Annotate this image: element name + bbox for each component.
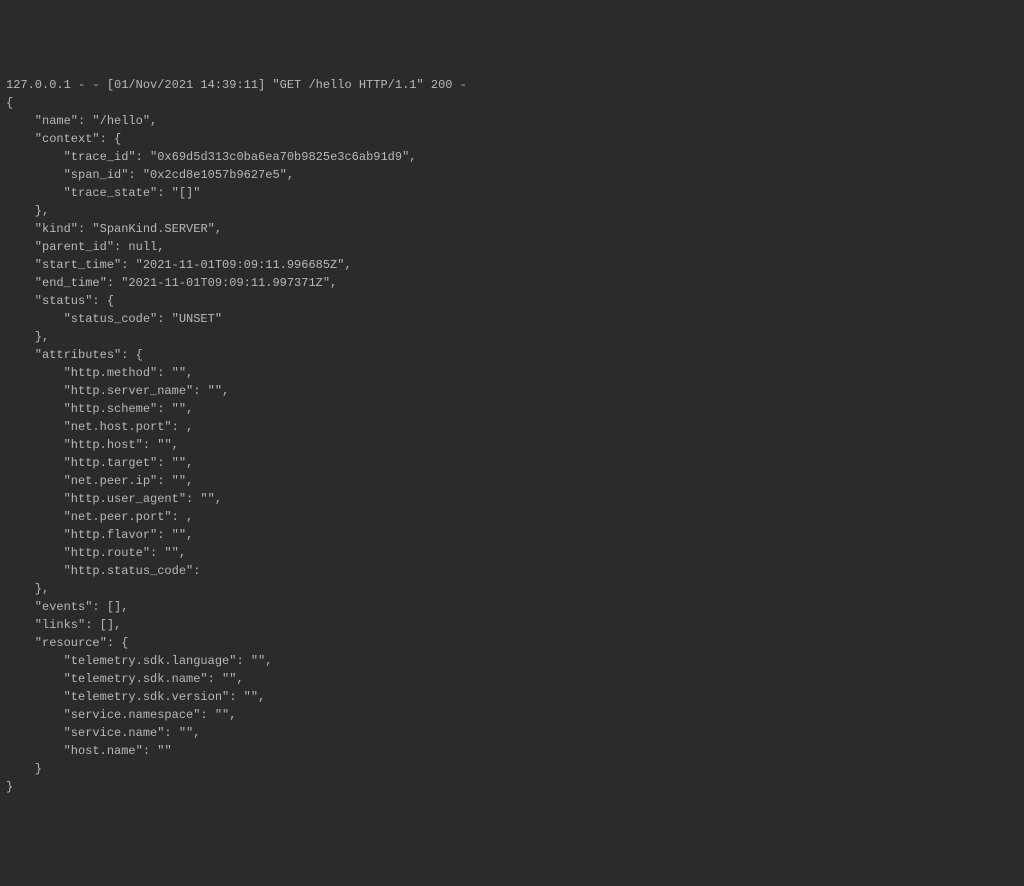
span-id: 0x2cd8e1057b9627e5 xyxy=(150,168,280,182)
trace-state: [] xyxy=(179,186,193,200)
status-code: UNSET xyxy=(179,312,215,326)
events: [] xyxy=(107,600,121,614)
span-name: /hello xyxy=(100,114,143,128)
end-time: 2021-11-01T09:09:11.997371Z xyxy=(128,276,322,290)
span-kind: SpanKind.SERVER xyxy=(100,222,208,236)
trace-id: 0x69d5d313c0ba6ea70b9825e3c6ab91d9 xyxy=(157,150,402,164)
http-log-line: 127.0.0.1 - - [01/Nov/2021 14:39:11] "GE… xyxy=(6,78,467,92)
terminal-output: 127.0.0.1 - - [01/Nov/2021 14:39:11] "GE… xyxy=(6,76,1018,796)
links: [] xyxy=(100,618,114,632)
parent-id: null xyxy=(128,240,157,254)
start-time: 2021-11-01T09:09:11.996685Z xyxy=(143,258,337,272)
